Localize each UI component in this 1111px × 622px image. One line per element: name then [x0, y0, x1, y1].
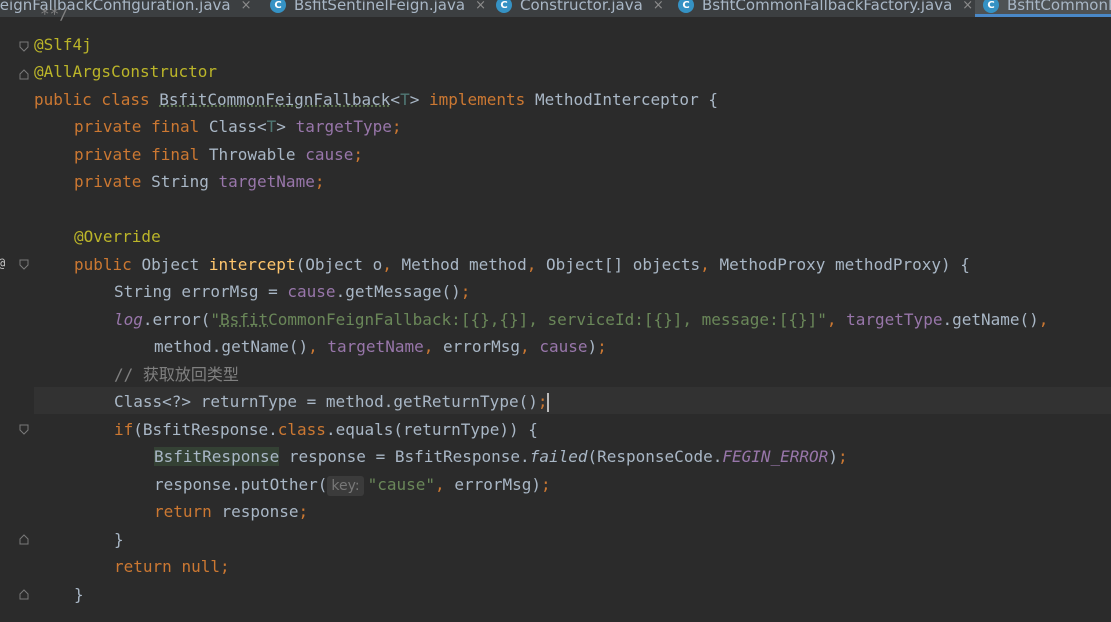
- code-line: Class<?> returnType = method.getReturnTy…: [114, 392, 550, 412]
- override-icon[interactable]: @: [0, 256, 5, 270]
- code-comment: // 获取放回类型: [114, 365, 239, 384]
- close-icon[interactable]: ×: [653, 0, 664, 13]
- code-line: String errorMsg = cause.getMessage();: [114, 282, 471, 301]
- fold-icon[interactable]: [19, 69, 29, 80]
- tab-bsfit-common-fallback-factory[interactable]: C BsfitCommonFallbackFactory.java ×: [678, 0, 973, 16]
- tab-bsfit-sentinel-feign[interactable]: C BsfitSentinelFeign.java ×: [270, 0, 486, 16]
- class-icon: C: [496, 0, 512, 13]
- code-line: public class BsfitCommonFeignFallback<T>…: [34, 90, 718, 109]
- code-line: public Object intercept(Object o, Method…: [74, 255, 970, 274]
- fold-icon[interactable]: [19, 534, 29, 545]
- tab-label: BsfitCommonF: [1007, 0, 1111, 14]
- code-line: }: [74, 585, 84, 604]
- code-line: }: [114, 530, 124, 549]
- close-icon[interactable]: ×: [241, 0, 252, 13]
- tab-label: BsfitSentinelFeign.java: [294, 0, 466, 14]
- fold-icon[interactable]: [19, 424, 29, 435]
- class-icon: C: [270, 0, 286, 13]
- fold-icon[interactable]: [19, 589, 29, 600]
- close-icon[interactable]: ×: [475, 0, 486, 13]
- code-editor[interactable]: **/ @Slf4j @AllArgsConstructor public cl…: [34, 4, 1111, 622]
- class-icon: C: [678, 0, 694, 13]
- tab-feign-fallback-configuration[interactable]: FeignFallbackConfiguration.java ×: [0, 0, 252, 16]
- text-caret: [547, 393, 550, 412]
- code-line: BsfitResponse response = BsfitResponse.f…: [154, 447, 848, 466]
- code-line: private final Throwable cause;: [74, 145, 363, 164]
- close-icon[interactable]: ×: [962, 0, 973, 13]
- code-line: method.getName(), targetName, errorMsg, …: [154, 337, 607, 356]
- code-line: response.putOther(key: "cause", errorMsg)…: [154, 475, 551, 496]
- code-line: **/: [40, 4, 69, 23]
- fold-icon[interactable]: [19, 41, 29, 52]
- editor-tab-bar: FeignFallbackConfiguration.java × C Bsfi…: [0, 0, 1111, 17]
- code-line: return null;: [114, 557, 230, 576]
- tab-label: BsfitCommonFallbackFactory.java: [702, 0, 953, 14]
- code-line: private String targetName;: [74, 172, 325, 191]
- code-line: log.error("BsfitCommonFeignFallback:[{},…: [114, 310, 1049, 329]
- editor-gutter: @: [0, 17, 33, 622]
- tab-label: FeignFallbackConfiguration.java: [0, 0, 231, 14]
- tab-label: Constructor.java: [520, 0, 643, 14]
- class-icon: C: [983, 0, 999, 13]
- code-line: private final Class<T> targetType;: [74, 117, 402, 136]
- parameter-hint: key:: [327, 476, 364, 496]
- code-line: @AllArgsConstructor: [34, 62, 218, 81]
- code-line: @Slf4j: [34, 35, 92, 54]
- tab-constructor[interactable]: C Constructor.java ×: [496, 0, 664, 16]
- code-line: return response;: [154, 502, 309, 521]
- code-line: if(BsfitResponse.class.equals(returnType…: [114, 420, 538, 439]
- code-line: @Override: [74, 227, 161, 246]
- fold-icon[interactable]: [19, 259, 29, 270]
